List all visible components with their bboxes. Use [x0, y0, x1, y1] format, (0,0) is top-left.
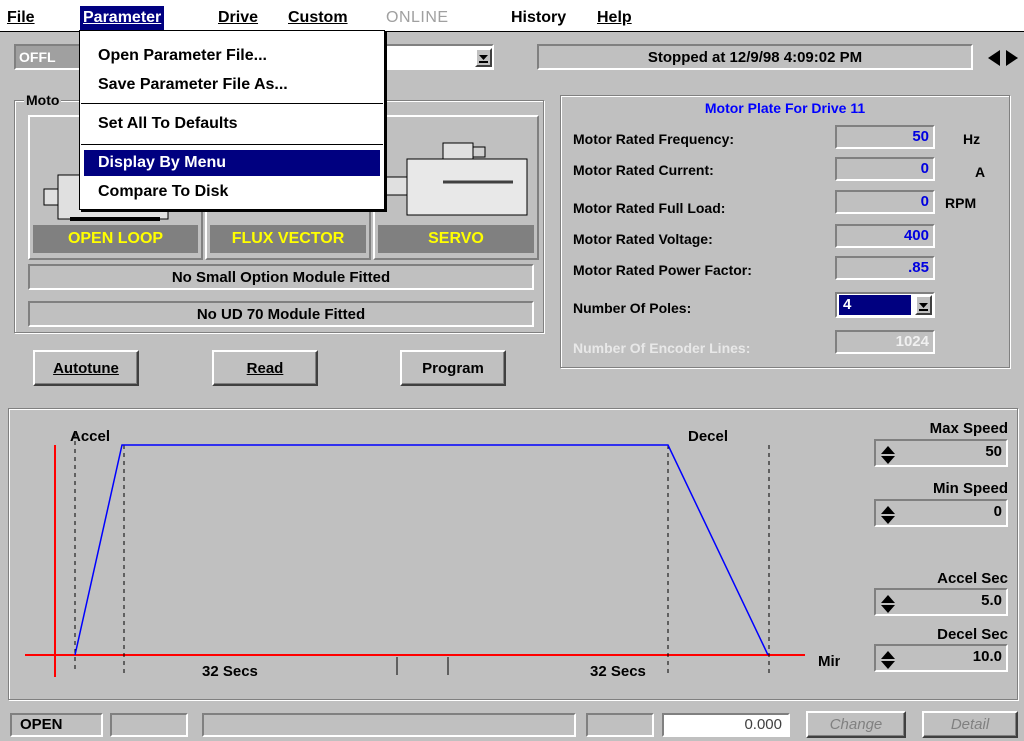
decel-sec-label: Decel Sec	[937, 626, 1008, 643]
motor-group-title: Moto	[24, 92, 62, 108]
mode-value: OFFL	[16, 46, 86, 68]
speed-profile-graph: Accel Decel 32 Secs 32 Secs Min	[25, 428, 840, 680]
up-down-arrows-icon[interactable]	[880, 444, 896, 466]
accel-sec-label: Accel Sec	[937, 570, 1008, 587]
rated-current-label: Motor Rated Current:	[573, 162, 714, 178]
menu-custom[interactable]: Custom	[285, 6, 351, 30]
menu-set-all-defaults[interactable]: Set All To Defaults	[84, 111, 380, 137]
program-label: Program	[422, 359, 484, 377]
min-speed-label: Min Speed	[932, 480, 1008, 497]
scroll-arrows[interactable]	[984, 48, 1022, 68]
rated-frequency-field[interactable]: 50	[835, 125, 935, 149]
decel-label: Decel	[688, 428, 728, 445]
menu-history-label: History	[511, 9, 567, 26]
status-pane-3	[586, 713, 654, 737]
menu-history[interactable]: History	[508, 6, 569, 30]
menu-separator	[81, 144, 383, 145]
menu-compare-to-disk-label: Compare To Disk	[98, 183, 229, 200]
rated-frequency-unit: Hz	[963, 131, 981, 147]
rated-power-factor-field[interactable]: .85	[835, 256, 935, 280]
menu-compare-to-disk[interactable]: Compare To Disk	[84, 179, 380, 205]
servo-button[interactable]: SERVO	[373, 115, 539, 260]
value-display: 0.000	[662, 713, 790, 737]
poles-dropdown-button[interactable]	[915, 295, 932, 315]
left-right-arrows-icon	[988, 50, 1018, 66]
poles-select[interactable]: 4	[835, 292, 935, 318]
menu-open-parameter-file[interactable]: Open Parameter File...	[84, 43, 380, 69]
menu-online: ONLINE	[383, 6, 452, 30]
flux-vector-label: FLUX VECTOR	[210, 225, 366, 253]
min-speed-spinner[interactable]: 0	[874, 499, 1008, 527]
chevron-down-icon	[479, 55, 488, 63]
speed-profile-line	[74, 444, 769, 656]
menu-open-parameter-file-label: Open Parameter File...	[98, 47, 267, 64]
menu-custom-label: Custom	[288, 9, 348, 26]
decel-time-label: 32 Secs	[590, 663, 646, 680]
up-down-arrows-icon[interactable]	[880, 504, 896, 526]
servo-motor-icon	[384, 142, 528, 216]
menu-help-label: Help	[597, 9, 632, 26]
encoder-lines-label: Number Of Encoder Lines:	[573, 340, 751, 356]
max-speed-label: Max Speed	[929, 420, 1008, 437]
drive-status: Stopped at 12/9/98 4:09:02 PM	[537, 44, 973, 70]
decel-sec-spinner[interactable]: 10.0	[874, 644, 1008, 672]
ud70-module-status: No UD 70 Module Fitted	[28, 301, 534, 327]
poles-label: Number Of Poles:	[573, 300, 692, 316]
menu-display-by-menu-label: Display By Menu	[98, 154, 227, 171]
menu-drive[interactable]: Drive	[215, 6, 261, 30]
rated-current-field[interactable]: 0	[835, 157, 935, 181]
servo-label: SERVO	[378, 225, 534, 253]
menu-separator	[81, 103, 383, 104]
rated-frequency-label: Motor Rated Frequency:	[573, 131, 735, 147]
autotune-button[interactable]: Autotune	[33, 350, 139, 386]
min-speed-value: 0	[993, 503, 1002, 520]
menu-file-label: File	[7, 9, 35, 26]
status-pane-2	[202, 713, 576, 737]
menu-drive-label: Drive	[218, 9, 259, 26]
rated-voltage-field[interactable]: 400	[835, 224, 935, 248]
min-label: Min	[818, 653, 840, 670]
accel-time-label: 32 Secs	[202, 663, 258, 680]
accel-label: Accel	[70, 428, 110, 445]
program-button[interactable]: Program	[400, 350, 506, 386]
mode-dropdown-button[interactable]	[475, 48, 492, 67]
rated-full-load-field[interactable]: 0	[835, 190, 935, 214]
up-down-arrows-icon[interactable]	[880, 593, 896, 615]
menu-online-label: ONLINE	[386, 9, 449, 26]
max-speed-value: 50	[985, 443, 1002, 460]
motor-plate-title: Motor Plate For Drive 11	[704, 100, 866, 116]
rated-full-load-unit: RPM	[945, 195, 977, 211]
menu-set-all-defaults-label: Set All To Defaults	[98, 115, 238, 132]
detail-button[interactable]: Detail	[922, 711, 1018, 738]
small-option-module-status: No Small Option Module Fitted	[28, 264, 534, 290]
accel-sec-value: 5.0	[981, 592, 1002, 609]
menu-bar: File Parameter Drive Custom ONLINE Histo…	[0, 0, 1024, 32]
read-button[interactable]: Read	[212, 350, 318, 386]
read-label: Read	[246, 359, 284, 377]
rated-current-unit: A	[975, 164, 986, 180]
open-loop-label: OPEN LOOP	[33, 225, 198, 253]
menu-file[interactable]: File	[4, 6, 38, 30]
state-indicator: OPEN	[10, 713, 103, 737]
status-pane-1	[110, 713, 188, 737]
menu-display-by-menu[interactable]: Display By Menu	[84, 150, 380, 176]
encoder-lines-field: 1024	[835, 330, 935, 354]
rated-power-factor-label: Motor Rated Power Factor:	[573, 262, 752, 278]
menu-save-parameter-file-label: Save Parameter File As...	[98, 76, 288, 93]
rated-voltage-label: Motor Rated Voltage:	[573, 231, 713, 247]
menu-save-parameter-file[interactable]: Save Parameter File As...	[84, 72, 380, 98]
menu-help[interactable]: Help	[594, 6, 635, 30]
rated-full-load-label: Motor Rated Full Load:	[573, 200, 726, 216]
autotune-label: Autotune	[53, 359, 119, 377]
decel-sec-value: 10.0	[972, 648, 1002, 665]
up-down-arrows-icon[interactable]	[880, 649, 896, 671]
max-speed-spinner[interactable]: 50	[874, 439, 1008, 467]
accel-sec-spinner[interactable]: 5.0	[874, 588, 1008, 616]
poles-value: 4	[838, 294, 912, 316]
menu-parameter[interactable]: Parameter	[80, 6, 165, 30]
parameter-menu: Open Parameter File... Save Parameter Fi…	[79, 30, 385, 210]
change-button[interactable]: Change	[806, 711, 906, 738]
menu-parameter-label: Parameter	[83, 9, 162, 26]
chevron-down-icon	[919, 302, 928, 311]
